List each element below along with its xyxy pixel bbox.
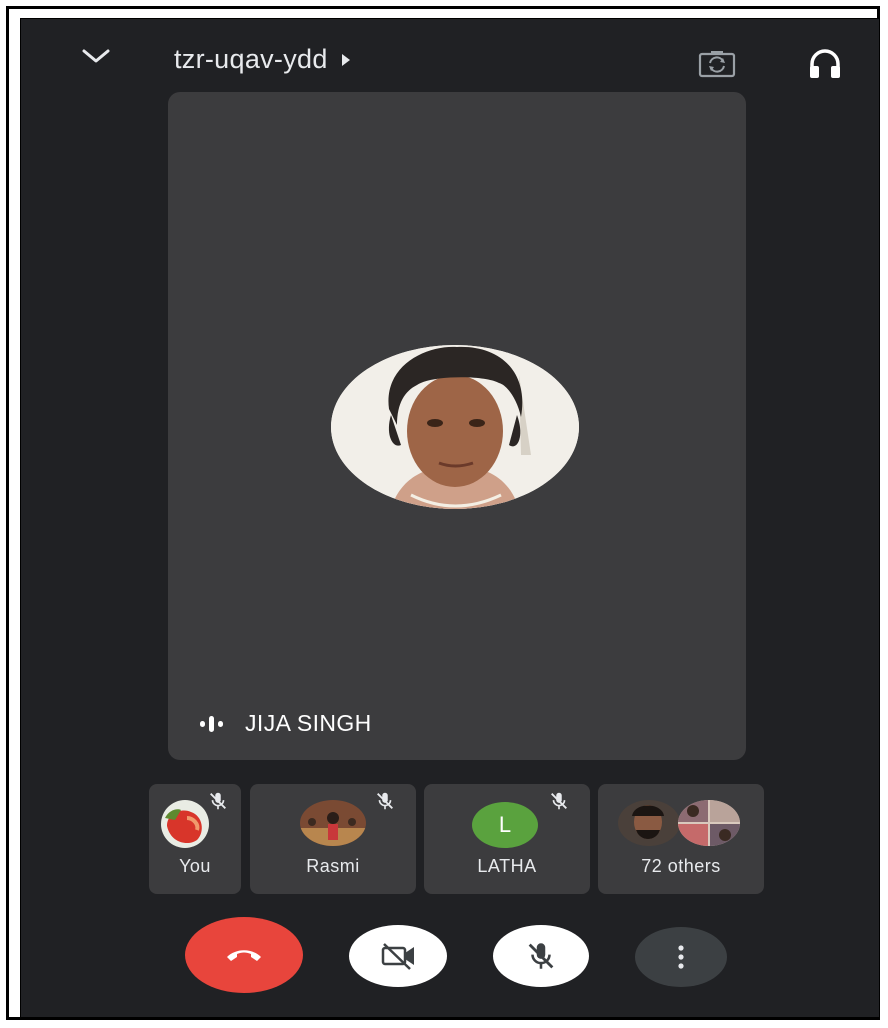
main-speaker-tile[interactable]: JIJA SINGH	[168, 92, 746, 760]
participant-tile-rasmi[interactable]: Rasmi	[250, 784, 416, 894]
end-call-button[interactable]	[185, 917, 303, 993]
end-call-icon	[227, 950, 261, 961]
participant-tile-you[interactable]: You	[149, 784, 241, 894]
toggle-camera-button[interactable]	[349, 925, 447, 987]
meet-call-screen: tzr-uqav-ydd JIJA SINGH You Rasmi L LATH…	[20, 18, 880, 1018]
meeting-code-button[interactable]: tzr-uqav-ydd	[174, 44, 350, 75]
avatar	[678, 800, 740, 846]
play-arrow-icon	[341, 53, 350, 66]
participant-label: 72 others	[641, 856, 721, 876]
avatar: L	[472, 802, 538, 848]
video-off-icon	[381, 943, 414, 970]
mic-off-icon	[528, 943, 554, 969]
participant-label: You	[179, 856, 211, 876]
speaker-label: JIJA SINGH	[200, 710, 372, 737]
avatar	[161, 800, 209, 848]
avatar-initial: L	[498, 812, 512, 837]
chevron-down-icon	[82, 49, 110, 63]
switch-camera-button[interactable]	[697, 49, 737, 79]
participant-label: Rasmi	[306, 856, 360, 876]
participant-tile-others[interactable]: 72 others	[598, 784, 764, 894]
participant-label: LATHA	[477, 856, 537, 876]
avatar	[300, 800, 366, 846]
collapse-button[interactable]	[76, 41, 116, 71]
headphones-icon	[810, 49, 840, 78]
avatar	[618, 800, 680, 846]
mic-off-icon	[377, 792, 393, 810]
switch-camera-icon	[698, 51, 736, 78]
audio-bars-icon	[200, 715, 223, 732]
audio-output-button[interactable]	[807, 47, 843, 81]
mic-off-icon	[210, 792, 226, 810]
top-bar: tzr-uqav-ydd	[21, 19, 879, 89]
more-options-icon	[678, 945, 684, 969]
speaker-avatar	[331, 345, 579, 509]
more-options-button[interactable]	[635, 927, 727, 987]
meeting-code: tzr-uqav-ydd	[174, 44, 328, 74]
speaker-name: JIJA SINGH	[245, 710, 372, 736]
participant-tile-latha[interactable]: L LATHA	[424, 784, 590, 894]
mic-off-icon	[551, 792, 567, 810]
toggle-mic-button[interactable]	[493, 925, 589, 987]
